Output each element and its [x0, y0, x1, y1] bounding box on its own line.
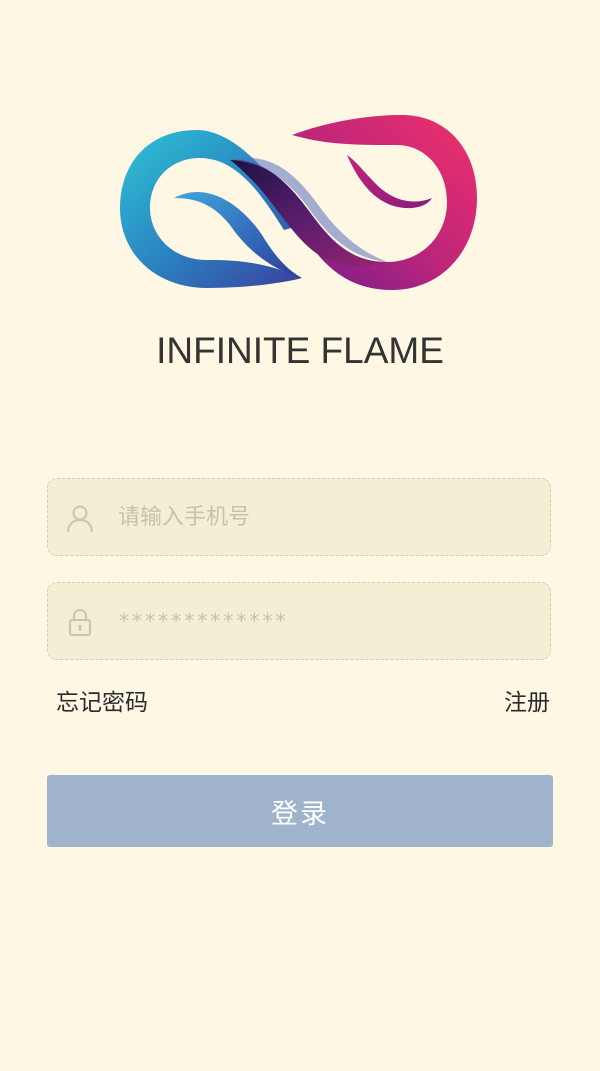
- infinity-flame-logo: [120, 115, 477, 290]
- brand-name: INFINITE FLAME: [156, 330, 444, 371]
- user-icon: [67, 505, 93, 532]
- register-link[interactable]: 注册: [504, 683, 550, 717]
- password-field[interactable]: [47, 582, 551, 660]
- lock-icon: [69, 608, 91, 636]
- forgot-password-link[interactable]: 忘记密码: [56, 683, 148, 717]
- login-button[interactable]: 登录: [47, 775, 553, 847]
- password-input[interactable]: [118, 583, 538, 659]
- phone-field[interactable]: [47, 478, 551, 556]
- phone-input[interactable]: [118, 479, 538, 555]
